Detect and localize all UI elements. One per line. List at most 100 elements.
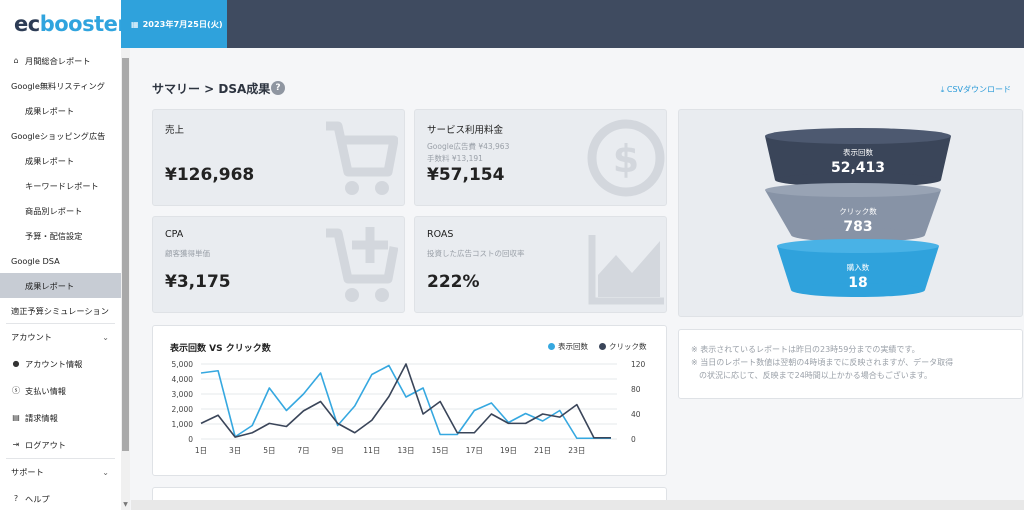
roas-card: ROAS 投資した広告コストの回収率 222% xyxy=(414,216,667,313)
sidebar-item-dsa-results[interactable]: 成果レポート xyxy=(0,273,121,298)
roas-value: 222% xyxy=(427,272,480,292)
report-notes: ※ 表示されているレポートは昨日の23時59分までの実績です。 ※ 当日のレポー… xyxy=(678,329,1023,399)
y-left-tick-label: 0 xyxy=(188,435,193,444)
dollar-coin-icon: $ xyxy=(587,119,665,197)
cpa-subtitle: 顧客獲得単価 xyxy=(165,249,210,258)
y-right-tick-label: 40 xyxy=(631,410,641,419)
impressions-label: 表示回数 xyxy=(843,147,873,157)
x-tick-label: 15日 xyxy=(432,446,449,455)
top-bar: ▦ 2023年7月25日(火) xyxy=(121,0,1024,48)
sidebar-section-label: アカウント xyxy=(11,332,52,342)
commission-fee: 手数料 ¥13,191 xyxy=(427,154,483,163)
cart-plus-icon xyxy=(326,227,398,302)
chevron-down-icon: ⌄ xyxy=(102,332,109,342)
horizontal-scrollbar[interactable] xyxy=(131,500,1024,510)
google-ads-cost: Google広告費 ¥43,963 xyxy=(427,142,510,151)
svg-text:$: $ xyxy=(613,137,639,181)
purchases-label: 購入数 xyxy=(847,262,870,272)
y-left-tick-label: 5,000 xyxy=(172,360,194,369)
sidebar-item-budget-simulation[interactable]: 適正予算シミュレーション xyxy=(0,298,121,323)
sidebar-item-label: アカウント情報 xyxy=(25,358,83,369)
x-tick-label: 17日 xyxy=(466,446,483,455)
download-icon: ⤓ xyxy=(940,85,945,94)
sidebar-item-label: 支払い情報 xyxy=(25,385,66,396)
chevron-down-icon: ⌄ xyxy=(102,467,109,477)
legend-dot xyxy=(548,343,555,350)
csv-download-button[interactable]: ⤓ CSVダウンロード xyxy=(941,84,1011,95)
x-tick-label: 13日 xyxy=(397,446,414,455)
cart-icon xyxy=(326,121,398,195)
sidebar-item-label: Googleショッピング広告 xyxy=(11,130,106,141)
sidebar-item-logout[interactable]: ⇥ ログアウト xyxy=(0,431,121,458)
sidebar-section-account[interactable]: アカウント ⌄ xyxy=(0,324,121,350)
funnel-card: 表示回数 52,413 クリック数 783 購入数 18 xyxy=(678,109,1023,317)
sidebar-section-label: サポート xyxy=(11,467,44,477)
legend-label: 表示回数 xyxy=(558,342,588,351)
sidebar-item-budget-settings[interactable]: 予算・配信設定 xyxy=(0,223,121,248)
help-circle-icon: ? xyxy=(13,494,19,503)
sidebar-item-label: 成果レポート xyxy=(25,155,75,166)
sidebar-item-label: 成果レポート xyxy=(25,280,75,291)
service-fee-title: サービス利用料金 xyxy=(427,125,504,136)
series-line-clicks xyxy=(200,363,611,439)
legend-label: クリック数 xyxy=(609,342,647,351)
note-line: ※ 当日のレポート数値は翌朝の4時頃までに反映されますが、データ取得 xyxy=(691,358,954,367)
document-icon: ▤ xyxy=(12,413,20,422)
sidebar-item-label: Google無料リスティング xyxy=(11,80,105,91)
x-tick-label: 9日 xyxy=(332,446,344,455)
y-left-tick-label: 1,000 xyxy=(172,420,194,429)
sidebar-item-google-shopping[interactable]: Googleショッピング広告 xyxy=(0,123,121,148)
sidebar-section-support[interactable]: サポート ⌄ xyxy=(0,459,121,485)
sidebar-item-free-listing-results[interactable]: 成果レポート xyxy=(0,98,121,123)
sidebar-item-shopping-results[interactable]: 成果レポート xyxy=(0,148,121,173)
clicks-label: クリック数 xyxy=(839,206,877,216)
main-content: サマリー > DSA成果 ? ⤓ CSVダウンロード 売上 ¥126,968 $… xyxy=(131,48,1024,510)
clicks-value: 783 xyxy=(843,219,872,235)
current-date: 2023年7月25日(火) xyxy=(142,19,223,29)
legend-clicks[interactable]: クリック数 xyxy=(599,341,647,352)
sidebar-item-payment-info[interactable]: ⓢ 支払い情報 xyxy=(0,377,121,404)
cpa-value: ¥3,175 xyxy=(165,272,231,292)
sidebar-item-google-free-listing[interactable]: Google無料リスティング xyxy=(0,73,121,98)
note-line: ※ 表示されているレポートは昨日の23時59分までの実績です。 xyxy=(691,345,920,354)
sidebar-item-label: 成果レポート xyxy=(25,105,75,116)
conversion-funnel: 表示回数 52,413 クリック数 783 購入数 18 xyxy=(765,128,951,297)
roas-title: ROAS xyxy=(427,229,454,240)
x-tick-label: 19日 xyxy=(500,446,517,455)
calendar-icon: ▦ xyxy=(131,19,139,29)
sidebar-item-label: 請求情報 xyxy=(25,412,58,423)
sidebar-item-product-report[interactable]: 商品別レポート xyxy=(0,198,121,223)
scroll-down-arrow-icon[interactable]: ▼ xyxy=(121,500,130,510)
date-tab[interactable]: ▦ 2023年7月25日(火) xyxy=(121,0,227,48)
sales-value: ¥126,968 xyxy=(165,165,255,185)
cpa-card: CPA 顧客獲得単価 ¥3,175 xyxy=(152,216,405,313)
purchases-value: 18 xyxy=(848,275,867,291)
y-left-tick-label: 2,000 xyxy=(172,405,194,414)
sidebar-item-label: 月間総合レポート xyxy=(25,55,91,66)
logo-ec: ec xyxy=(14,12,40,36)
csv-download-label: CSVダウンロード xyxy=(946,85,1011,94)
sidebar-item-monthly-report[interactable]: ⌂ 月間総合レポート xyxy=(0,48,121,73)
sidebar-item-help[interactable]: ? ヘルプ xyxy=(0,485,121,510)
roas-subtitle: 投資した広告コストの回収率 xyxy=(427,249,525,258)
help-icon[interactable]: ? xyxy=(271,81,285,95)
sales-card: 売上 ¥126,968 xyxy=(152,109,405,206)
impressions-value: 52,413 xyxy=(831,160,885,176)
legend-impressions[interactable]: 表示回数 xyxy=(548,341,588,352)
x-tick-label: 23日 xyxy=(568,446,585,455)
sidebar-item-billing-info[interactable]: ▤ 請求情報 xyxy=(0,404,121,431)
sidebar-item-label: 予算・配信設定 xyxy=(25,230,83,241)
sidebar-item-account-info[interactable]: ● アカウント情報 xyxy=(0,350,121,377)
sidebar-item-keyword-report[interactable]: キーワードレポート xyxy=(0,173,121,198)
chart-title: 表示回数 VS クリック数 xyxy=(170,344,271,354)
sidebar-item-google-dsa[interactable]: Google DSA xyxy=(0,248,121,273)
user-icon: ● xyxy=(12,359,20,368)
cpa-title: CPA xyxy=(165,229,184,240)
x-tick-label: 3日 xyxy=(229,446,241,455)
note-line: の状況に応じて、反映まで24時間以上かかる場合もございます。 xyxy=(691,371,932,380)
x-tick-label: 5日 xyxy=(263,446,275,455)
sidebar-scrollbar-thumb[interactable] xyxy=(122,58,129,451)
logo-booster: booster xyxy=(39,12,128,36)
y-right-tick-label: 120 xyxy=(631,360,646,369)
logo[interactable]: ecbooster xyxy=(0,0,129,48)
